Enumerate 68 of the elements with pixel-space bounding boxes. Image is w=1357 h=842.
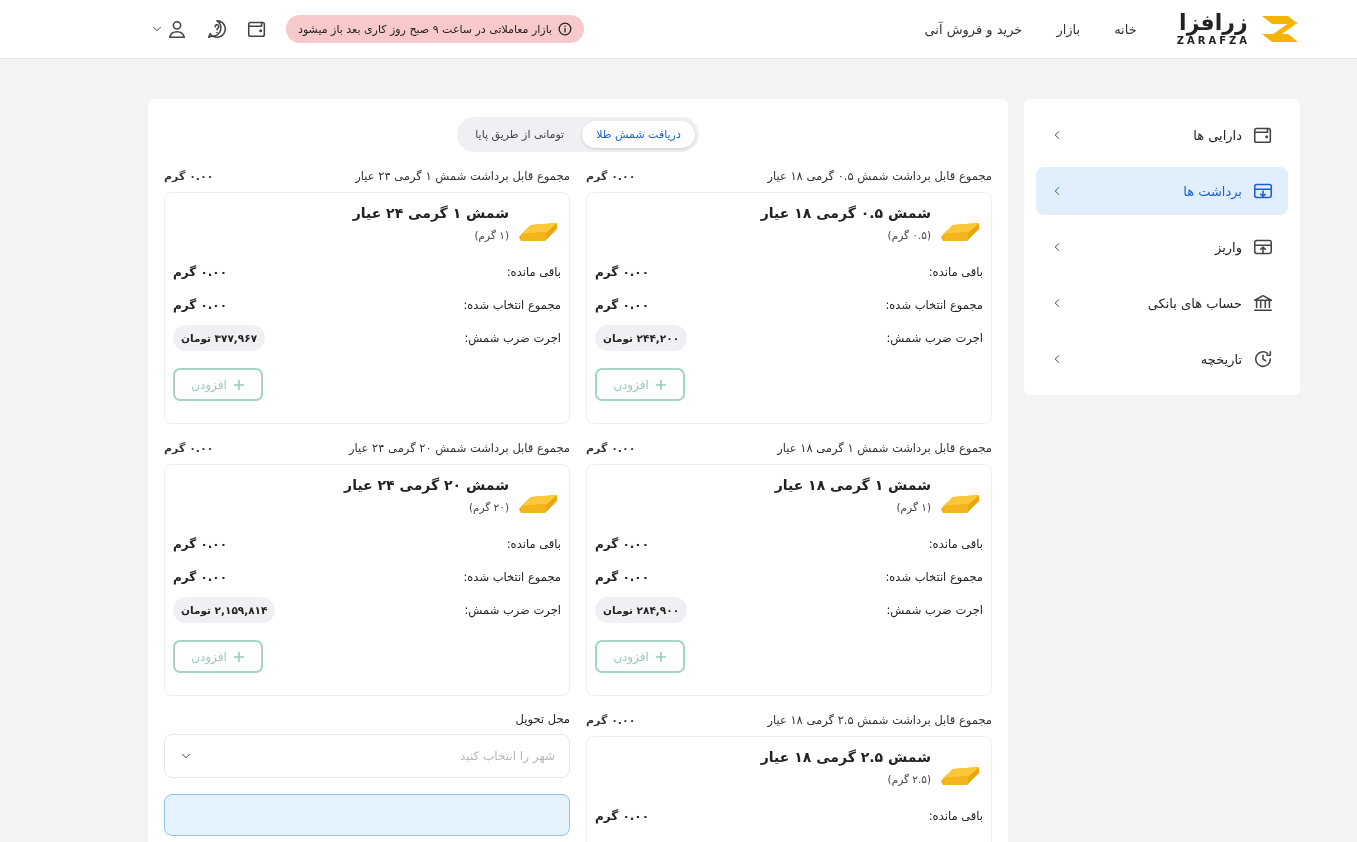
withdrawable-total-value: ۰.۰۰ گرم — [586, 713, 636, 727]
row-label: باقی مانده: — [506, 536, 561, 551]
product-title: شمش ۲.۵ گرمی ۱۸ عیار — [760, 749, 931, 765]
product-weight: (۱ گرم) — [473, 229, 509, 241]
row-label: باقی مانده: — [506, 264, 561, 279]
fee-amount: ۲۸۴,۹۰۰ تومان — [595, 596, 688, 623]
row-label: مجموع انتخاب شده: — [463, 297, 561, 312]
fee-label: اجرت ضرب شمش: — [886, 602, 983, 617]
nav-link[interactable]: خرید و فروش آنی — [924, 21, 1023, 37]
history-icon — [1252, 348, 1274, 370]
fee-amount: ۳۷۷,۹۶۷ تومان — [173, 324, 266, 351]
plus-icon — [232, 378, 245, 391]
row-value: ۰.۰۰ گرم — [173, 264, 227, 279]
nav-link[interactable]: بازار — [1056, 21, 1081, 37]
product-weight: (۰.۵ گرم) — [886, 229, 931, 241]
product-title: شمش ۲۰ گرمی ۲۴ عیار — [344, 477, 509, 493]
row-value: ۰.۰۰ گرم — [595, 264, 649, 279]
row-label: باقی مانده: — [928, 264, 983, 279]
sidebar-item[interactable]: واریز — [1036, 223, 1288, 271]
withdrawable-total-value: ۰.۰۰ گرم — [586, 169, 636, 183]
fee-amount: ۲۴۴,۲۰۰ تومان — [595, 324, 688, 351]
withdrawable-total-label: مجموع قابل برداشت شمش ۱ گرمی ۲۴ عیار — [355, 169, 570, 183]
row-label: باقی مانده: — [928, 536, 983, 551]
withdrawable-total-label: مجموع قابل برداشت شمش ۰.۵ گرمی ۱۸ عیار — [767, 169, 992, 183]
bank-icon — [1252, 292, 1274, 314]
nav-link[interactable]: خانه — [1114, 21, 1137, 37]
row-value: ۰.۰۰ گرم — [595, 808, 649, 823]
product-title: شمش ۱ گرمی ۲۴ عیار — [352, 205, 509, 221]
fee-label: اجرت ضرب شمش: — [886, 330, 983, 345]
row-value: ۰.۰۰ گرم — [173, 297, 227, 312]
tab[interactable]: دریافت شمش طلا — [582, 121, 695, 148]
product-weight: (۲.۵ گرم) — [886, 773, 931, 785]
plus-icon — [654, 378, 667, 391]
plus-icon — [654, 650, 667, 663]
withdrawable-total-label: مجموع قابل برداشت شمش ۲۰ گرمی ۲۴ عیار — [349, 441, 570, 455]
fee-amount: ۲,۱۵۹,۸۱۴ تومان — [173, 596, 276, 623]
fee-label: اجرت ضرب شمش: — [464, 330, 561, 345]
row-value: ۰.۰۰ گرم — [595, 569, 649, 584]
delivery-location-label: محل تحویل — [514, 712, 570, 726]
row-value: ۰.۰۰ گرم — [595, 536, 649, 551]
row-label: مجموع انتخاب شده: — [885, 297, 983, 312]
product-title: شمش ۰.۵ گرمی ۱۸ عیار — [760, 205, 931, 221]
withdrawable-total-value: ۰.۰۰ گرم — [586, 441, 636, 455]
sidebar-item[interactable]: تاریخچه — [1036, 335, 1288, 383]
sidebar-item[interactable]: دارایی ها — [1036, 111, 1288, 159]
withdrawable-total-value: ۰.۰۰ گرم — [164, 169, 214, 183]
row-value: ۰.۰۰ گرم — [173, 536, 227, 551]
row-label: مجموع انتخاب شده: — [463, 569, 561, 584]
row-value: ۰.۰۰ گرم — [595, 297, 649, 312]
sidebar-item[interactable]: حساب های بانکی — [1036, 279, 1288, 327]
withdrawable-total-value: ۰.۰۰ گرم — [164, 441, 214, 455]
user-icon — [166, 18, 188, 40]
fee-label: اجرت ضرب شمش: — [464, 602, 561, 617]
row-value: ۰.۰۰ گرم — [173, 569, 227, 584]
product-weight: (۱ گرم) — [895, 501, 931, 513]
tab[interactable]: تومانی از طریق پایا — [461, 121, 579, 148]
product-title: شمش ۱ گرمی ۱۸ عیار — [774, 477, 931, 493]
withdrawable-total-label: مجموع قابل برداشت شمش ۲.۵ گرمی ۱۸ عیار — [767, 713, 992, 727]
logo-latin-text: ZARAFZA — [1176, 36, 1250, 46]
plus-icon — [232, 650, 245, 663]
notice-text: بازار معاملاتی در ساعت ۹ صبح روز کاری بعد باز میشود — [298, 22, 553, 36]
withdrawable-total-label: مجموع قابل برداشت شمش ۱ گرمی ۱۸ عیار — [777, 441, 992, 455]
sidebar-item[interactable]: برداشت ها — [1036, 167, 1288, 215]
user-menu[interactable] — [150, 18, 188, 40]
info-icon — [558, 22, 573, 36]
row-label: مجموع انتخاب شده: — [885, 569, 983, 584]
product-weight: (۲۰ گرم) — [467, 501, 509, 513]
row-label: باقی مانده: — [928, 808, 983, 823]
